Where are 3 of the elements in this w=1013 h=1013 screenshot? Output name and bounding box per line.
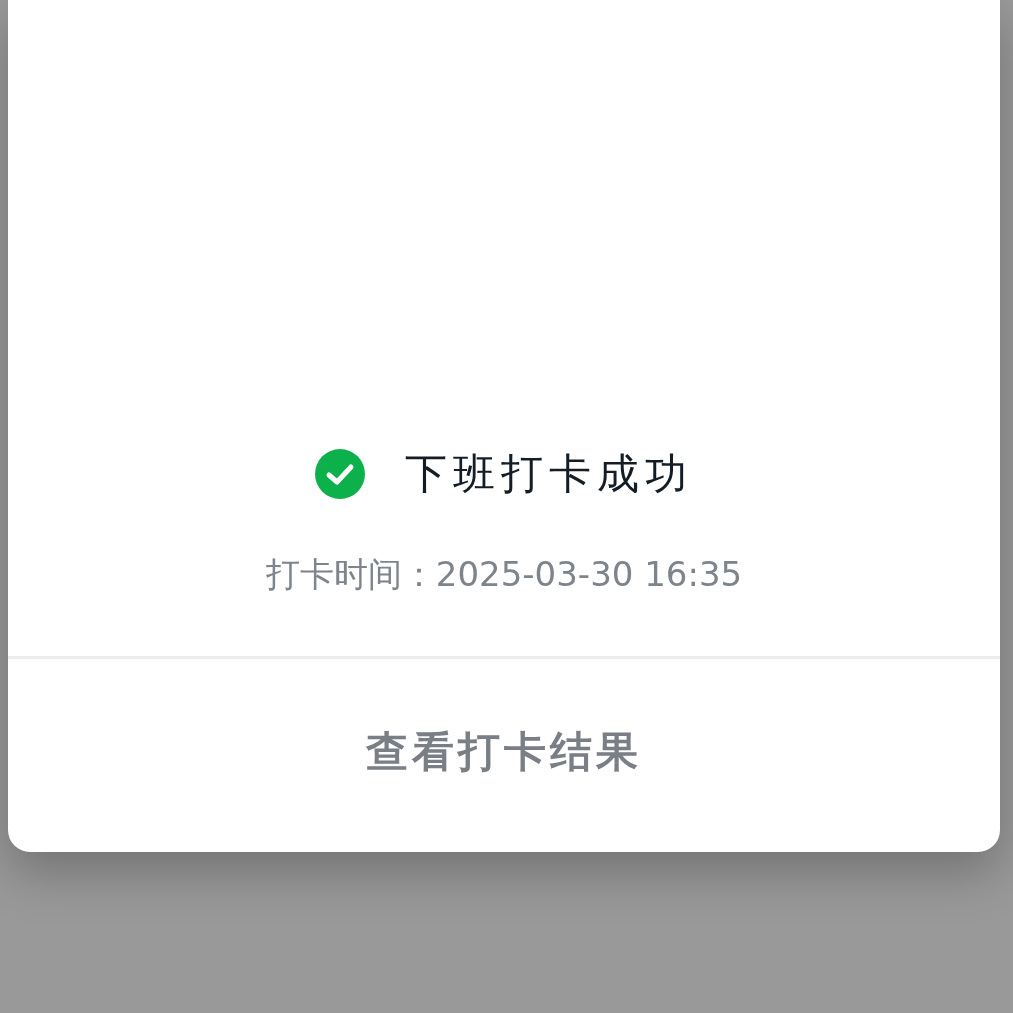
check-in-time: 打卡时间：2025-03-30 16:35 bbox=[265, 553, 743, 596]
result-title: 下班打卡成功 bbox=[405, 448, 693, 500]
view-result-button[interactable]: 查看打卡结果 bbox=[346, 713, 662, 790]
